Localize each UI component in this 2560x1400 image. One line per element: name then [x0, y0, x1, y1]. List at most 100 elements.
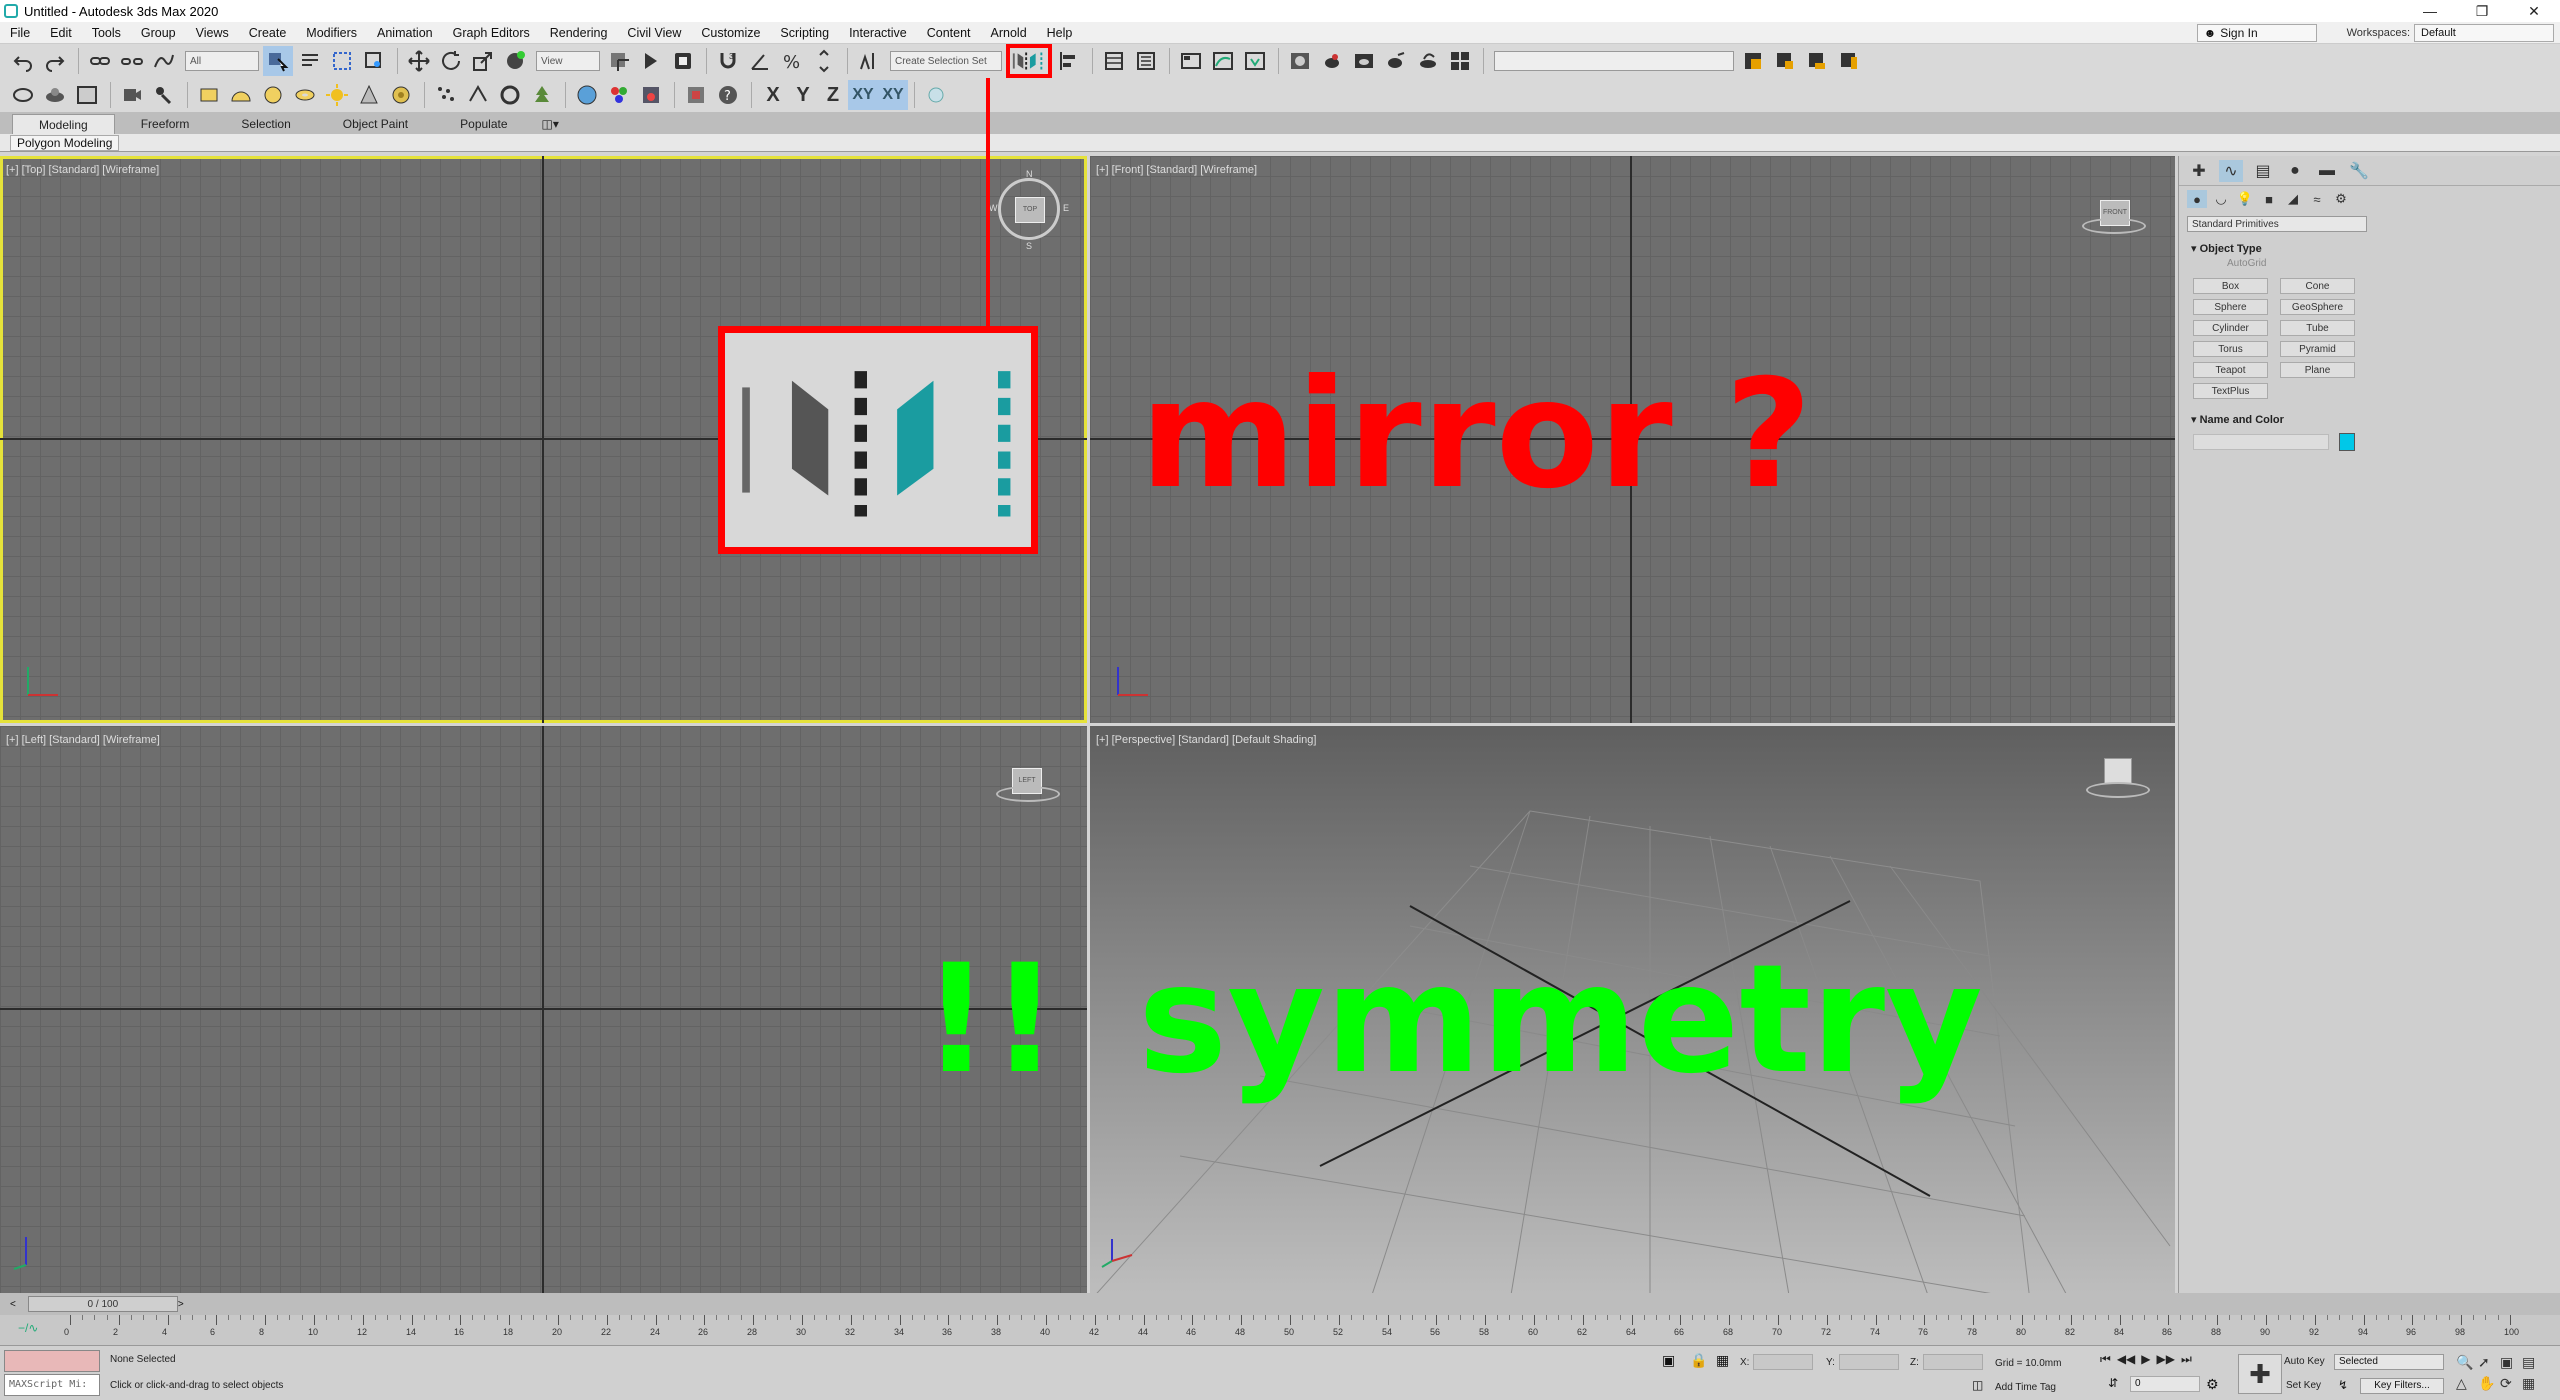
foliage-button[interactable] [527, 80, 557, 110]
isolate-icon[interactable]: ▣ [1662, 1352, 1675, 1369]
track-ruler[interactable]: 0 2 4 6 8 10 12 14 16 18 20 22 24 26 28 30 32 34 36 38 40 42 4… [64, 1315, 2519, 1345]
polygon-modeling-button[interactable]: Polygon Modeling [10, 135, 120, 151]
spinner-snap-button[interactable] [809, 46, 839, 76]
render-preset-dropdown[interactable] [1494, 51, 1734, 71]
cone-primitive-button[interactable]: Cone [2280, 278, 2355, 294]
snap-sphere-button[interactable] [921, 80, 951, 110]
toggle-ribbon-button[interactable] [1176, 46, 1206, 76]
sphere-button[interactable] [226, 80, 256, 110]
disc-button[interactable] [386, 80, 416, 110]
menu-rendering[interactable]: Rendering [540, 22, 618, 44]
globe-button[interactable] [572, 80, 602, 110]
material-slot-button[interactable] [681, 80, 711, 110]
render-in-cloud-button[interactable] [1413, 46, 1443, 76]
utilities-tab-wrench-icon[interactable]: 🔧 [2347, 160, 2371, 182]
viewport-front-label[interactable]: [+] [Front] [Standard] [Wireframe] [1096, 164, 1257, 176]
axis-y-button[interactable]: Y [788, 80, 818, 110]
viewcube-ring[interactable] [2086, 782, 2150, 798]
pyramid-primitive-button[interactable]: Pyramid [2280, 341, 2355, 357]
menu-civil-view[interactable]: Civil View [617, 22, 691, 44]
helpers-category-icon[interactable]: ◢ [2283, 190, 2303, 208]
tab-object-paint[interactable]: Object Paint [317, 114, 434, 134]
percent-snap-button[interactable]: % [777, 46, 807, 76]
axis-xy-button[interactable]: XY [848, 80, 878, 110]
viewcube-ring[interactable] [996, 786, 1060, 802]
menu-modifiers[interactable]: Modifiers [296, 22, 367, 44]
restore-button[interactable]: ❐ [2456, 0, 2508, 22]
display-tab-icon[interactable]: ▬ [2315, 160, 2339, 182]
orbit-icon[interactable]: ⟳ [2500, 1375, 2522, 1392]
cameras-category-icon[interactable]: ■ [2259, 190, 2279, 208]
object-name-input[interactable] [2193, 434, 2330, 450]
edit-named-selection-button[interactable] [854, 46, 884, 76]
object-type-title[interactable]: ▾ Object Type [2187, 240, 2361, 258]
key-mode-icon[interactable]: ↯ [2338, 1378, 2348, 1392]
viewcube-box[interactable] [2104, 758, 2132, 784]
hierarchy-tab-icon[interactable]: ▤ [2251, 160, 2275, 182]
teapot-primitive-button[interactable]: Teapot [2193, 362, 2268, 378]
knot-button[interactable] [495, 80, 525, 110]
menu-arnold[interactable]: Arnold [981, 22, 1037, 44]
geometry-category-icon[interactable]: ● [2187, 190, 2207, 208]
menu-animation[interactable]: Animation [367, 22, 443, 44]
spacewarp-button[interactable] [463, 80, 493, 110]
arnold-settings-button[interactable] [1834, 46, 1864, 76]
name-and-color-title[interactable]: ▾ Name and Color [2187, 411, 2361, 429]
create-geometry-button[interactable] [8, 80, 38, 110]
torus-button[interactable] [290, 80, 320, 110]
key-filters-button[interactable]: Key Filters... [2360, 1378, 2444, 1394]
goto-end-icon[interactable]: ⏭ [2181, 1352, 2192, 1367]
play-icon[interactable]: ▶ [2141, 1352, 2150, 1367]
viewport-left-label[interactable]: [+] [Left] [Standard] [Wireframe] [6, 734, 160, 746]
viewcube-top[interactable]: TOP [1015, 197, 1045, 223]
link-button[interactable] [85, 46, 115, 76]
maxscript-input[interactable]: MAXScript Mi: [4, 1374, 100, 1396]
field-of-view-icon[interactable]: △ [2456, 1375, 2478, 1392]
time-configuration-icon[interactable]: ⚙ [2206, 1376, 2219, 1393]
keyboard-shortcut-override-button[interactable] [668, 46, 698, 76]
tab-selection[interactable]: Selection [215, 114, 316, 134]
primitive-type-dropdown[interactable]: Standard Primitives [2187, 216, 2367, 232]
goto-start-icon[interactable]: ⏮ [2100, 1352, 2111, 1367]
tube-primitive-button[interactable]: Tube [2280, 320, 2355, 336]
select-manipulate-button[interactable] [636, 46, 666, 76]
a360-gallery-button[interactable] [1445, 46, 1475, 76]
curve-editor-toggle-icon[interactable]: −/∿ [18, 1321, 38, 1335]
zoom-extents-icon[interactable]: ▣ [2500, 1354, 2522, 1371]
select-and-scale-button[interactable] [468, 46, 498, 76]
key-selection-dropdown[interactable]: Selected [2334, 1354, 2444, 1370]
minimize-button[interactable]: — [2404, 0, 2456, 22]
menu-file[interactable]: File [0, 22, 40, 44]
schematic-view-button[interactable] [1240, 46, 1270, 76]
menu-edit[interactable]: Edit [40, 22, 82, 44]
track-bar[interactable]: −/∿ 0 2 4 6 8 10 12 14 16 18 20 22 24 26 28 30 32 34 36 38 4… [0, 1315, 2560, 1345]
menu-interactive[interactable]: Interactive [839, 22, 917, 44]
particle-button[interactable] [431, 80, 461, 110]
x-coordinate-input[interactable] [1753, 1354, 1814, 1370]
menu-scripting[interactable]: Scripting [770, 22, 839, 44]
next-frame-icon[interactable]: ▶▶ [2157, 1352, 2175, 1367]
tab-populate[interactable]: Populate [434, 114, 533, 134]
render-setup-button[interactable] [1317, 46, 1347, 76]
auto-key-button[interactable]: Auto Key [2284, 1356, 2325, 1367]
ribbon-options-button[interactable]: ◫▾ [534, 114, 567, 134]
textplus-primitive-button[interactable]: TextPlus [2193, 383, 2268, 399]
use-pivot-center-button[interactable] [604, 46, 634, 76]
viewport-top-label[interactable]: [+] [Top] [Standard] [Wireframe] [6, 164, 159, 176]
render-production-button[interactable] [1381, 46, 1411, 76]
angle-snap-button[interactable] [745, 46, 775, 76]
sphere-primitive-button[interactable]: Sphere [2193, 299, 2268, 315]
menu-create[interactable]: Create [239, 22, 297, 44]
create-shapes-button[interactable] [40, 80, 70, 110]
shapes-category-icon[interactable]: ◡ [2211, 190, 2231, 208]
create-helpers-button[interactable] [149, 80, 179, 110]
time-slider-right-arrow-icon[interactable]: > [178, 1299, 184, 1310]
reference-coordinate-dropdown[interactable]: View [536, 51, 600, 71]
time-slider-thumb[interactable]: 0 / 100 [27, 1296, 178, 1312]
snaps-toggle-button[interactable]: 3 [713, 46, 743, 76]
selection-filter-dropdown[interactable]: All [185, 51, 259, 71]
undo-button[interactable] [8, 46, 38, 76]
spacewarps-category-icon[interactable]: ≈ [2307, 190, 2327, 208]
tab-modeling[interactable]: Modeling [12, 114, 115, 134]
sun-button[interactable] [322, 80, 352, 110]
